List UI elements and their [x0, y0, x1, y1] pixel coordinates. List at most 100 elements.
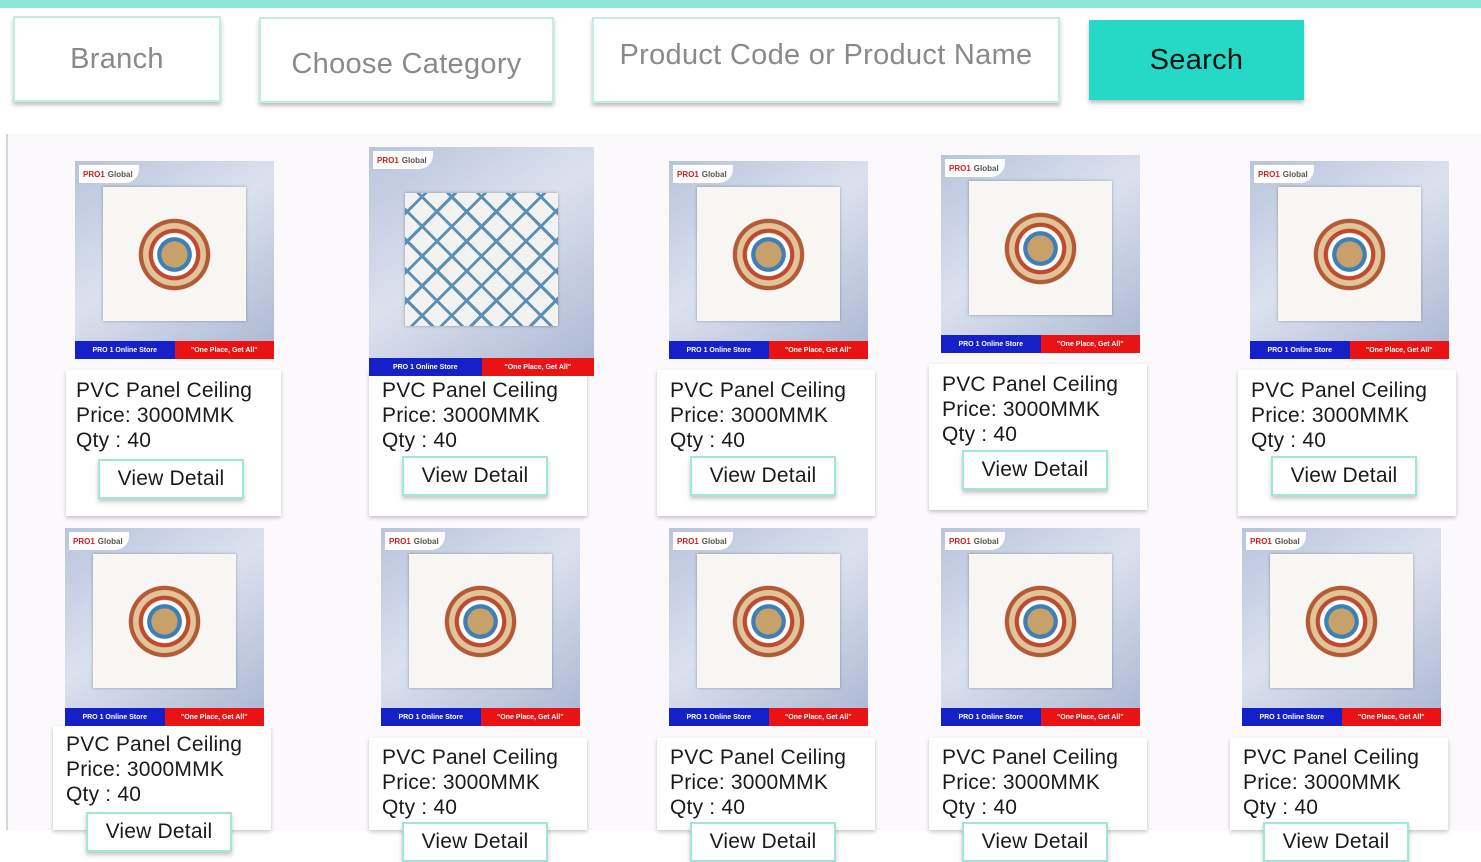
view-detail-button[interactable]: View Detail: [690, 456, 836, 496]
view-detail-button[interactable]: View Detail: [402, 456, 548, 496]
logo-text-left: PRO1: [949, 163, 971, 173]
product-image[interactable]: PRO1 Global PRO 1 Online Store "One Place, …: [669, 528, 868, 726]
category-select[interactable]: Choose Category: [259, 17, 554, 103]
product-info: PVC Panel Ceiling Price: 3000MMK Qty : 40: [942, 745, 1118, 820]
view-detail-button[interactable]: View Detail: [86, 812, 232, 852]
brand-logo: PRO1 Global: [1254, 165, 1314, 183]
product-image[interactable]: PRO1 Global PRO 1 Online Store "One Place, …: [1242, 528, 1441, 726]
ceiling-floral-pattern: [92, 553, 237, 689]
logo-text-right: Global: [1274, 536, 1300, 546]
product-name: PVC Panel Ceiling: [382, 746, 559, 769]
product-qty: Qty : 40: [382, 796, 458, 819]
ceiling-floral-pattern: [696, 186, 841, 322]
search-button-label: Search: [1149, 43, 1244, 76]
product-search-input[interactable]: Product Code or Product Name: [592, 17, 1060, 103]
branch-select[interactable]: Branch: [13, 16, 221, 102]
view-detail-button[interactable]: View Detail: [1263, 822, 1409, 862]
product-price: Price: 3000MMK: [670, 771, 829, 794]
product-search-placeholder: Product Code or Product Name: [619, 38, 1033, 71]
product-info: PVC Panel Ceiling Price: 3000MMK Qty : 40: [1251, 378, 1427, 453]
floral-medallion: [428, 572, 533, 670]
promo-band: PRO 1 Online Store "One Place, Get All": [669, 708, 868, 726]
product-name: PVC Panel Ceiling: [670, 746, 847, 769]
promo-band-right: "One Place, Get All": [768, 341, 868, 359]
promo-band-left: PRO 1 Online Store: [669, 341, 769, 359]
logo-text-right: Global: [97, 536, 123, 546]
floral-medallion: [122, 205, 227, 303]
logo-text-right: Global: [973, 536, 999, 546]
view-detail-label: View Detail: [1290, 464, 1398, 487]
promo-band: PRO 1 Online Store "One Place, Get All": [75, 341, 274, 359]
view-detail-button[interactable]: View Detail: [962, 822, 1108, 862]
view-detail-button[interactable]: View Detail: [962, 450, 1108, 490]
floral-medallion: [1289, 572, 1394, 670]
floral-medallion: [716, 572, 821, 670]
product-info: PVC Panel Ceiling Price: 3000MMK Qty : 40: [1243, 745, 1419, 820]
floral-medallion: [112, 572, 217, 670]
product-price: Price: 3000MMK: [1243, 771, 1402, 794]
search-button[interactable]: Search: [1089, 20, 1304, 100]
product-name: PVC Panel Ceiling: [1251, 379, 1428, 402]
product-image[interactable]: PRO1 Global PRO 1 Online Store "One Place, …: [1250, 161, 1449, 359]
promo-band: PRO 1 Online Store "One Place, Get All": [941, 335, 1140, 353]
view-detail-label: View Detail: [421, 464, 529, 487]
product-info: PVC Panel Ceiling Price: 3000MMK Qty : 40: [76, 378, 252, 453]
promo-band: PRO 1 Online Store "One Place, Get All": [65, 708, 264, 726]
brand-logo: PRO1 Global: [79, 165, 139, 183]
promo-band: PRO 1 Online Store "One Place, Get All": [669, 341, 868, 359]
view-detail-button[interactable]: View Detail: [98, 459, 244, 499]
logo-text-right: Global: [413, 536, 439, 546]
view-detail-label: View Detail: [117, 467, 225, 490]
product-info: PVC Panel Ceiling Price: 3000MMK Qty : 40: [382, 745, 558, 820]
view-detail-button[interactable]: View Detail: [690, 822, 836, 862]
floral-medallion: [1297, 205, 1402, 303]
view-detail-button[interactable]: View Detail: [1271, 456, 1417, 496]
promo-band-left: PRO 1 Online Store: [941, 708, 1041, 726]
product-name: PVC Panel Ceiling: [670, 379, 847, 402]
promo-band-right: "One Place, Get All": [1341, 708, 1441, 726]
brand-logo: PRO1 Global: [945, 159, 1005, 177]
brand-logo: PRO1 Global: [673, 165, 733, 183]
ceiling-floral-pattern: [102, 186, 247, 322]
product-image[interactable]: PRO1 Global PRO 1 Online Store "One Place, …: [381, 528, 580, 726]
logo-text-right: Global: [973, 163, 999, 173]
product-image[interactable]: PRO1 Global PRO 1 Online Store "One Place, …: [669, 161, 868, 359]
promo-band-left: PRO 1 Online Store: [369, 358, 482, 376]
ceiling-lattice-pattern: [405, 192, 558, 326]
product-price: Price: 3000MMK: [942, 771, 1101, 794]
product-image[interactable]: PRO1 Global PRO 1 Online Store "One Place, …: [65, 528, 264, 726]
product-image[interactable]: PRO1 Global PRO 1 Online Store "One Place, …: [941, 528, 1140, 726]
product-qty: Qty : 40: [382, 429, 458, 452]
product-name: PVC Panel Ceiling: [1243, 746, 1420, 769]
product-image[interactable]: PRO1 Global PRO 1 Online Store "One Place, …: [75, 161, 274, 359]
product-price: Price: 3000MMK: [670, 404, 829, 427]
promo-band-left: PRO 1 Online Store: [381, 708, 481, 726]
promo-band-left: PRO 1 Online Store: [75, 341, 175, 359]
ceiling-floral-pattern: [408, 553, 553, 689]
branch-select-label: Branch: [70, 42, 164, 75]
logo-text-left: PRO1: [1250, 536, 1272, 546]
product-qty: Qty : 40: [66, 783, 142, 806]
logo-text-right: Global: [1282, 169, 1308, 179]
product-name: PVC Panel Ceiling: [76, 379, 253, 402]
promo-band-right: "One Place, Get All": [481, 358, 594, 376]
logo-text-left: PRO1: [73, 536, 95, 546]
brand-logo: PRO1 Global: [385, 532, 445, 550]
promo-band-left: PRO 1 Online Store: [65, 708, 165, 726]
floral-medallion: [988, 199, 1093, 297]
product-qty: Qty : 40: [942, 423, 1018, 446]
ceiling-floral-pattern: [696, 553, 841, 689]
product-image[interactable]: PRO1 Global PRO 1 Online Store "One Place, …: [941, 155, 1140, 353]
product-qty: Qty : 40: [1251, 429, 1327, 452]
product-price: Price: 3000MMK: [76, 404, 235, 427]
logo-text-left: PRO1: [677, 169, 699, 179]
view-detail-label: View Detail: [981, 458, 1089, 481]
product-price: Price: 3000MMK: [382, 771, 541, 794]
product-qty: Qty : 40: [1243, 796, 1319, 819]
category-select-label: Choose Category: [291, 47, 522, 80]
view-detail-button[interactable]: View Detail: [402, 822, 548, 862]
product-image[interactable]: PRO1 Global PRO 1 Online Store "One Place, …: [369, 147, 594, 376]
promo-band-right: "One Place, Get All": [1349, 341, 1449, 359]
promo-band-right: "One Place, Get All": [480, 708, 580, 726]
product-qty: Qty : 40: [670, 796, 746, 819]
